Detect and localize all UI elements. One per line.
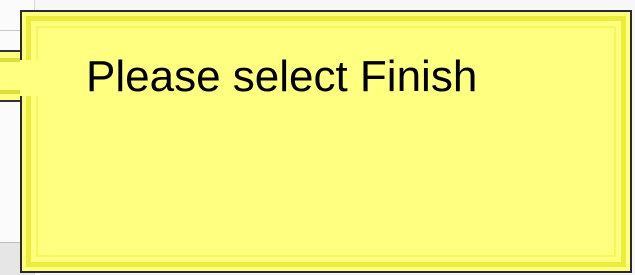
- callout-pointer-joint: [20, 60, 46, 96]
- help-callout-balloon: [20, 10, 632, 273]
- callout-message: Please select Finish: [86, 52, 478, 101]
- screen: Please select Finish: [0, 0, 635, 275]
